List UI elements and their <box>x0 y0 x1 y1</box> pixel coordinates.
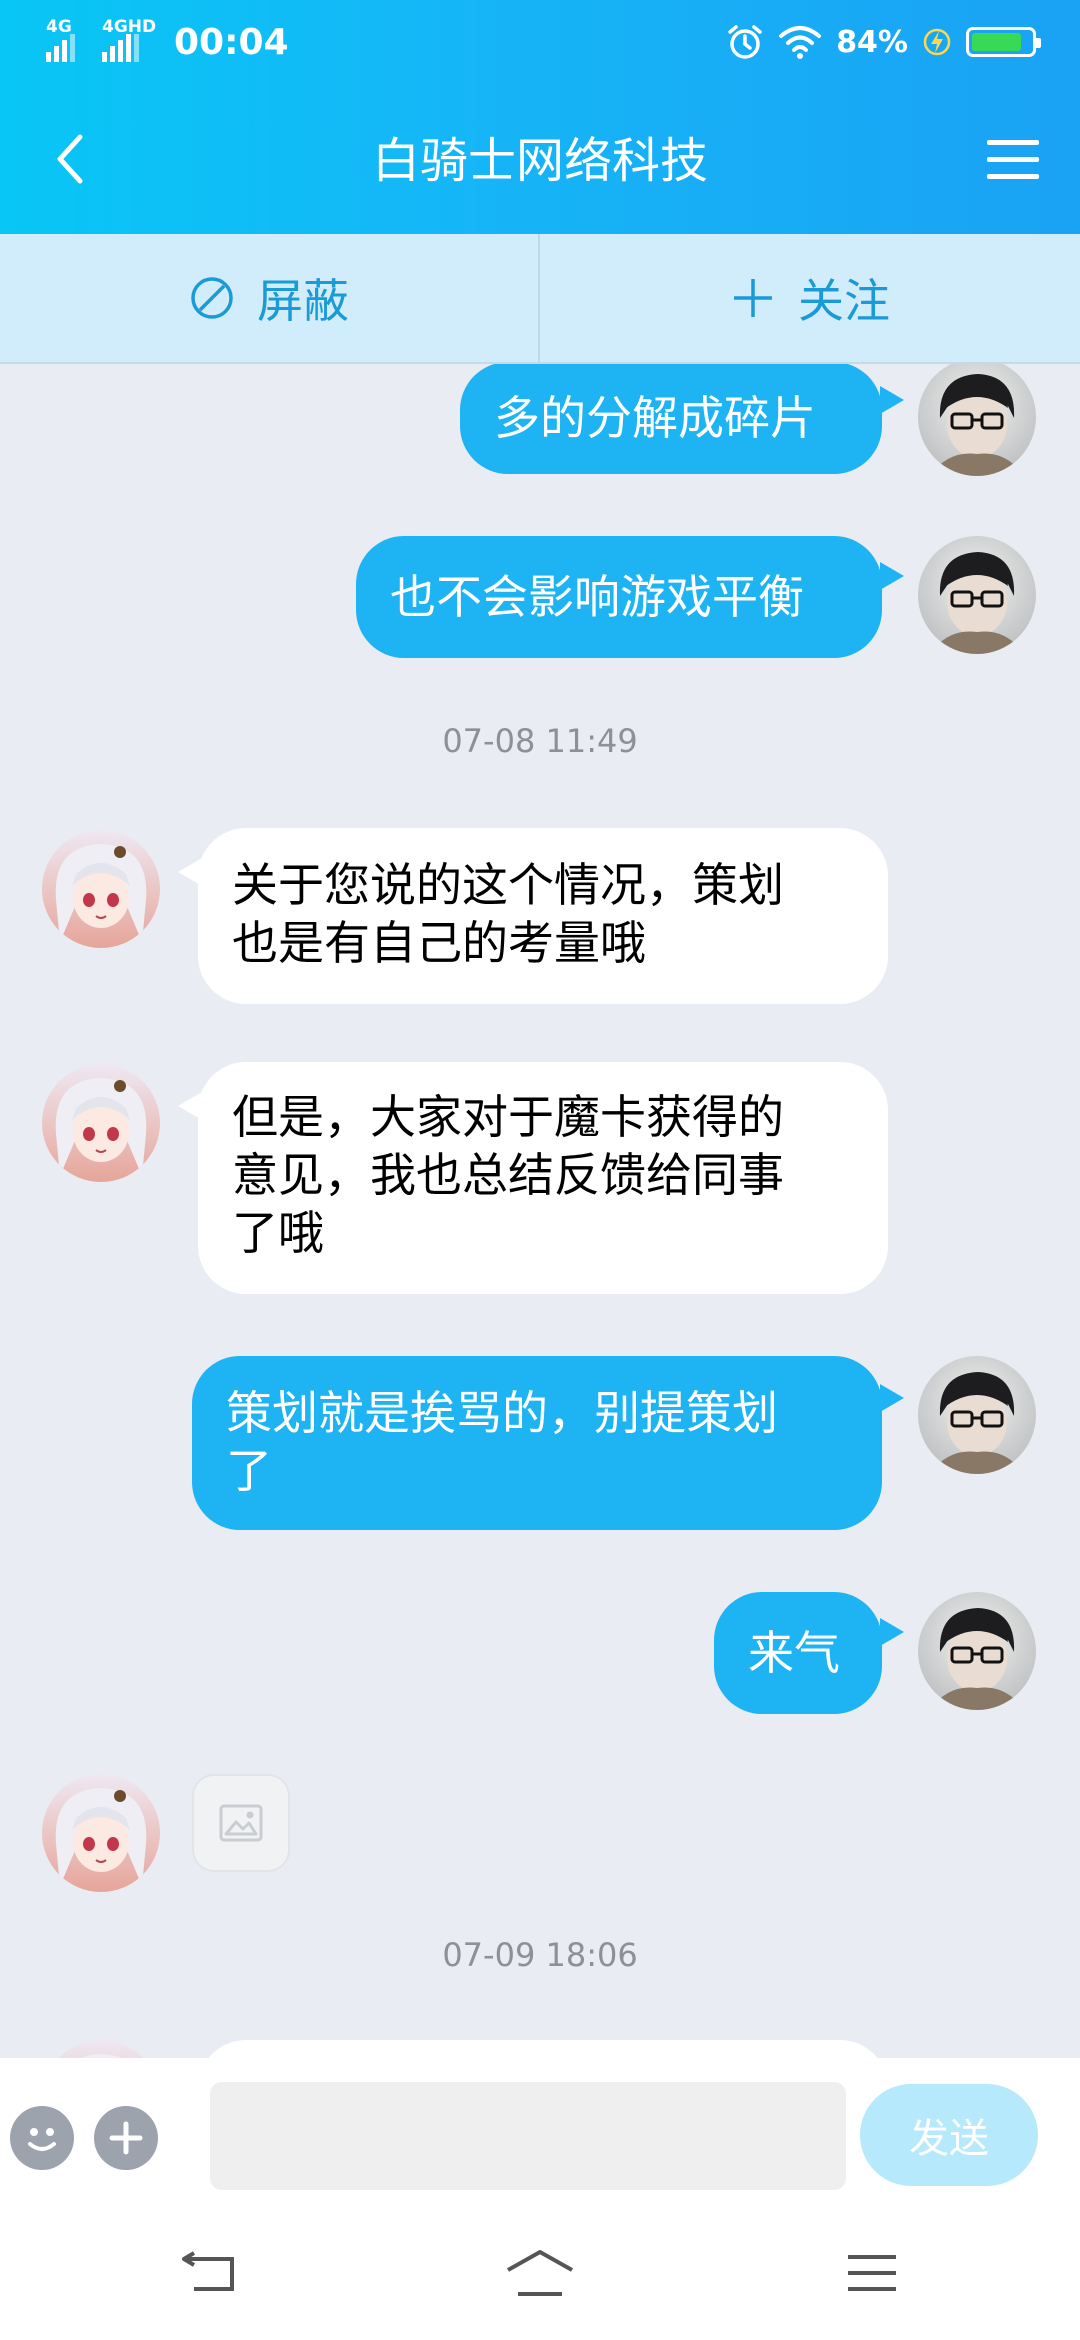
back-nav-icon <box>182 2251 234 2291</box>
input-bar: 发送 <box>0 2058 1080 2208</box>
message-bubble-received[interactable] <box>198 2040 888 2058</box>
chevron-left-icon <box>57 134 83 184</box>
follow-label: 关注 <box>798 274 890 328</box>
avatar-me[interactable] <box>918 1356 1036 1474</box>
avatar-contact-image <box>42 1774 160 1892</box>
bubble-tail <box>880 1618 904 1646</box>
emoji-button[interactable] <box>10 2106 74 2170</box>
system-navigation-bar <box>0 2208 1080 2340</box>
block-label: 屏蔽 <box>257 274 349 328</box>
add-button[interactable] <box>94 2106 158 2170</box>
emoji-icon <box>28 2128 56 2151</box>
avatar-contact[interactable] <box>42 1774 160 1892</box>
block-icon <box>191 277 233 319</box>
message-text-line: 但是，大家对于魔卡获得的 <box>232 1090 784 1144</box>
avatar-contact-image <box>42 830 160 948</box>
plus-circle-icon <box>109 2121 143 2155</box>
back-button[interactable] <box>40 124 100 194</box>
nav-bar: 白骑士网络科技 <box>0 84 1080 234</box>
avatar-me-image <box>918 536 1036 654</box>
avatar-contact-image <box>42 2040 160 2058</box>
system-back-button[interactable] <box>160 2238 260 2308</box>
avatar-me[interactable] <box>918 364 1036 476</box>
message-text: 多的分解成碎片 <box>494 391 816 445</box>
status-bar: 4G 4GHD 00:04 84% <box>0 0 1080 84</box>
system-home-button[interactable] <box>490 2238 590 2308</box>
message-text-line: 了哦 <box>232 1206 324 1260</box>
avatar-contact[interactable] <box>42 2040 160 2058</box>
message-timestamp: 07-08 11:49 <box>442 722 638 760</box>
status-left: 4G 4GHD 00:04 <box>46 14 289 70</box>
message-bubble-sent[interactable]: 多的分解成碎片 <box>460 364 882 474</box>
message-timestamp: 07-09 18:06 <box>442 1936 638 1974</box>
status-right: 84% <box>726 14 1041 70</box>
hamburger-menu-icon <box>987 140 1039 179</box>
message-text-line: 了 <box>226 1444 272 1498</box>
recents-nav-icon <box>848 2255 896 2291</box>
avatar-contact[interactable] <box>42 1064 160 1182</box>
bubble-tail <box>880 562 904 590</box>
signal-icon: 4G <box>46 18 92 62</box>
alarm-icon <box>728 25 762 59</box>
message-text-line: 也是有自己的考量哦 <box>232 916 646 970</box>
image-placeholder-icon <box>219 1804 263 1842</box>
battery-icon <box>966 27 1041 57</box>
block-button[interactable]: 屏蔽 <box>0 234 540 362</box>
bubble-tail <box>880 1384 904 1412</box>
bubble-tail <box>880 386 904 414</box>
avatar-me[interactable] <box>918 1592 1036 1710</box>
message-text-line: 关于您说的这个情况，策划 <box>232 858 784 912</box>
message-text-line: 意见，我也总结反馈给同事 <box>232 1148 784 1202</box>
plus-icon <box>734 279 772 317</box>
avatar-contact-image <box>42 1064 160 1182</box>
page-title: 白骑士网络科技 <box>371 133 708 189</box>
avatar-me-image <box>918 1356 1036 1474</box>
message-bubble-sent[interactable]: 策划就是挨骂的，别提策划 了 <box>192 1356 882 1530</box>
avatar-me-image <box>918 1592 1036 1710</box>
avatar-me[interactable] <box>918 536 1036 654</box>
message-text-line: 策划就是挨骂的，别提策划 <box>226 1386 778 1440</box>
action-bar: 屏蔽 关注 <box>0 234 1080 364</box>
wifi-icon <box>779 26 822 59</box>
menu-button[interactable] <box>978 120 1048 200</box>
home-nav-icon <box>507 2250 573 2296</box>
follow-button[interactable]: 关注 <box>540 234 1080 362</box>
battery-fill <box>972 33 1021 51</box>
message-bubble-sent[interactable]: 来气 <box>714 1592 882 1714</box>
image-message[interactable] <box>192 1774 290 1872</box>
message-input[interactable] <box>210 2082 846 2190</box>
system-recents-button[interactable] <box>822 2238 922 2308</box>
battery-percent: 84% <box>836 24 908 60</box>
message-bubble-received[interactable]: 关于您说的这个情况，策划 也是有自己的考量哦 <box>198 828 888 1004</box>
message-text: 来气 <box>748 1626 840 1680</box>
signal-icon: 4GHD <box>102 18 158 62</box>
avatar-contact[interactable] <box>42 830 160 948</box>
message-bubble-sent[interactable]: 也不会影响游戏平衡 <box>356 536 882 658</box>
send-label: 发送 <box>909 2116 989 2162</box>
message-bubble-received[interactable]: 但是，大家对于魔卡获得的 意见，我也总结反馈给同事 了哦 <box>198 1062 888 1294</box>
message-text: 也不会影响游戏平衡 <box>390 570 804 624</box>
top-header: 4G 4GHD 00:04 84% 白骑士网络科技 <box>0 0 1080 234</box>
status-time: 00:04 <box>174 21 289 63</box>
send-button[interactable]: 发送 <box>860 2084 1038 2186</box>
avatar-me-image <box>918 364 1036 476</box>
charging-icon <box>923 28 951 56</box>
chat-area[interactable]: 多的分解成碎片 也不会影响游戏平衡 07-08 11:49 关于您说的这个情况，… <box>0 364 1080 2058</box>
